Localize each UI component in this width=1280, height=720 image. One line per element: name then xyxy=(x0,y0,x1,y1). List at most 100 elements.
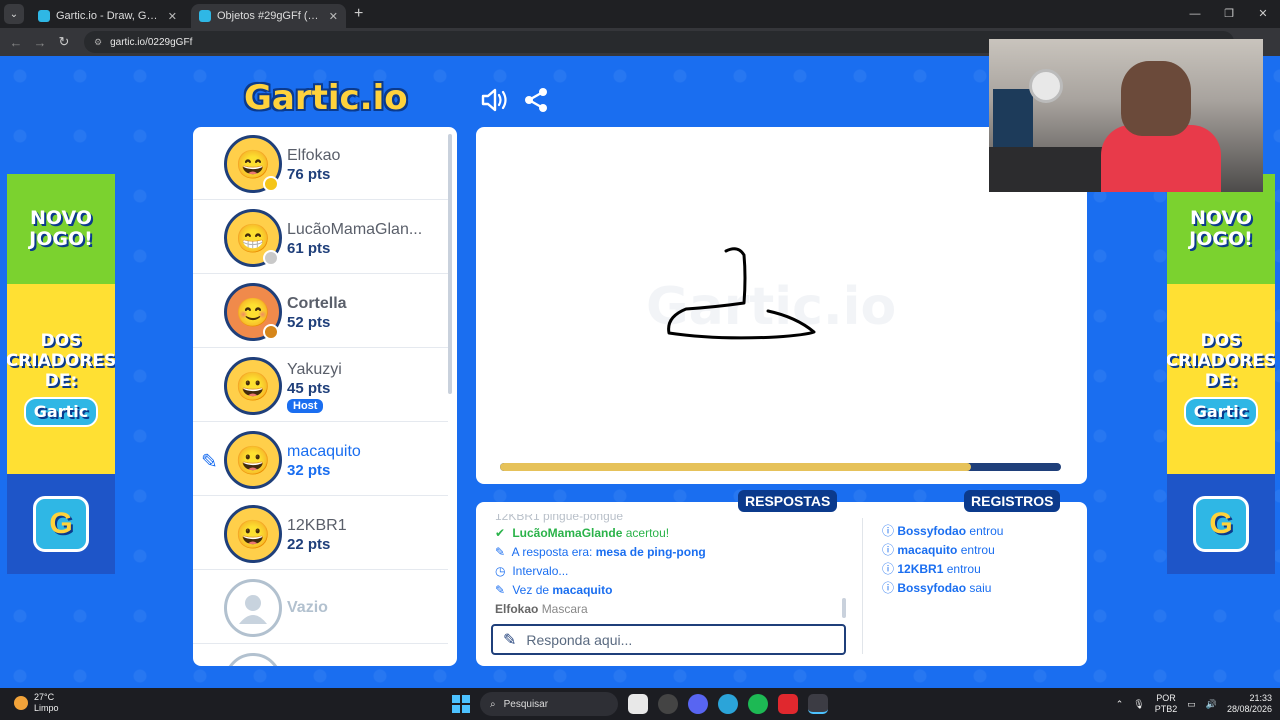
player-name: Elfokao xyxy=(287,147,341,164)
chrome-icon[interactable] xyxy=(808,694,828,714)
search-icon: ⌕ xyxy=(490,698,496,710)
player-name: Yakuzyi xyxy=(287,361,342,378)
ad-banner-left[interactable]: NOVO JOGO! DOS CRIADORES DE: Gartic G xyxy=(7,174,115,574)
info-icon: ⓘ xyxy=(882,581,895,595)
player-name: LucãoMamaGlan... xyxy=(287,221,423,238)
chat-scrollbar[interactable] xyxy=(842,598,846,618)
pencil-icon: ✎ xyxy=(495,583,506,597)
answers-log: 12KBR1 pingue-pongue ✔ LucãoMamaGlande a… xyxy=(495,514,835,622)
player-row[interactable]: 😀 12KBR1 22 pts xyxy=(193,497,448,570)
weather-temp: 27°C xyxy=(34,692,55,702)
record-text: entrou xyxy=(960,543,995,557)
app-red-icon[interactable] xyxy=(778,694,798,714)
weather-widget[interactable]: 27°C Limpo xyxy=(14,692,59,714)
chat-text: Mascara xyxy=(541,602,588,616)
taskbar-search[interactable]: ⌕ Pesquisar xyxy=(480,692,618,716)
player-points: 61 pts xyxy=(287,240,331,257)
player-row[interactable]: ✎ 😀 macaquito 32 pts xyxy=(193,423,448,496)
window-controls: — ❐ ✕ xyxy=(1178,0,1280,28)
discord-icon[interactable] xyxy=(688,694,708,714)
tab-title: Gartic.io - Draw, Guess, WIN xyxy=(56,10,162,22)
steam-icon[interactable] xyxy=(658,694,678,714)
player-row[interactable]: 😊 Cortella 52 pts xyxy=(193,275,448,348)
close-window-icon[interactable]: ✕ xyxy=(1246,0,1280,28)
banner-subtitle: DOS CRIADORES DE: xyxy=(1167,331,1275,391)
forward-icon[interactable]: → xyxy=(28,35,52,50)
lang-primary: POR xyxy=(1156,693,1176,703)
ad-banner-right[interactable]: NOVO JOGO! DOS CRIADORES DE: Gartic G xyxy=(1167,174,1275,574)
answer-placeholder: Responda aqui... xyxy=(526,631,633,648)
check-icon: ✔ xyxy=(495,526,506,540)
weather-desc: Limpo xyxy=(34,703,59,713)
gartic-logo[interactable]: Gartic.io xyxy=(244,78,408,118)
clock[interactable]: 21:33 28/08/2026 xyxy=(1227,693,1272,715)
player-name: Cortella xyxy=(287,295,347,312)
edge-icon[interactable] xyxy=(718,694,738,714)
microphone-icon[interactable]: 🎙 xyxy=(1133,699,1144,710)
language-indicator[interactable]: POR PTB2 xyxy=(1155,693,1178,715)
record-entry: ⓘ 12KBR1 entrou xyxy=(882,560,1003,579)
player-row[interactable]: 😀 Yakuzyi 45 pts Host xyxy=(193,349,448,422)
chat-user: LucãoMamaGlande xyxy=(512,526,623,540)
tab-game-room[interactable]: Objetos #29gGFf (Português) - ✕ xyxy=(191,4,346,28)
chat-text: A resposta era: xyxy=(511,545,593,559)
record-text: entrou xyxy=(969,524,1004,538)
player-list-scrollbar[interactable] xyxy=(448,134,452,394)
spotify-icon[interactable] xyxy=(748,694,768,714)
records-log: ⓘ Bossyfodao entrou ⓘ macaquito entrou ⓘ… xyxy=(882,522,1003,598)
back-icon[interactable]: ← xyxy=(4,35,28,50)
answer-input[interactable]: ✎ Responda aqui... xyxy=(491,624,846,655)
taskbar: 27°C Limpo ⌕ Pesquisar ⌃ 🎙 POR PTB2 ▭ 🔊 … xyxy=(0,688,1280,720)
volume-icon[interactable]: 🔊 xyxy=(1206,699,1217,710)
records-tab[interactable]: REGISTROS xyxy=(964,490,1061,512)
info-icon: ⓘ xyxy=(882,524,895,538)
banner-subtitle-block: DOS CRIADORES DE: Gartic xyxy=(7,284,115,474)
windows-start-icon[interactable] xyxy=(452,695,470,713)
network-icon[interactable]: ▭ xyxy=(1187,699,1196,710)
site-info-icon[interactable]: ⚙ xyxy=(94,37,102,48)
pencil-icon: ✎ xyxy=(503,631,517,649)
reload-icon[interactable]: ↻ xyxy=(52,34,76,50)
task-view-icon[interactable] xyxy=(628,694,648,714)
share-icon[interactable] xyxy=(522,86,550,114)
player-row[interactable]: 😁 LucãoMamaGlan... 61 pts xyxy=(193,201,448,274)
player-list: 😄 Elfokao 76 pts 😁 LucãoMamaGlan... 61 p… xyxy=(193,127,457,666)
record-entry: ⓘ Bossyfodao entrou xyxy=(882,522,1003,541)
minimize-icon[interactable]: — xyxy=(1178,0,1212,28)
chat-text: acertou! xyxy=(625,526,670,540)
record-text: saiu xyxy=(969,581,992,595)
record-user: macaquito xyxy=(897,543,958,557)
gartic-favicon-icon xyxy=(38,10,50,22)
avatar: 😀 xyxy=(224,431,282,489)
webcam-overlay xyxy=(989,39,1263,192)
chat-text: Intervalo... xyxy=(512,564,569,578)
clock-icon: ◷ xyxy=(495,564,506,578)
chat-message: ✎ Vez de macaquito xyxy=(495,581,835,600)
player-row[interactable]: 😄 Elfokao 76 pts xyxy=(193,127,448,200)
pencil-icon: ✎ xyxy=(495,545,506,559)
chat-message: 12KBR1 pingue-pongue xyxy=(495,514,624,523)
player-row-empty xyxy=(193,645,448,666)
new-tab-button[interactable]: + xyxy=(354,5,363,23)
restore-icon[interactable]: ❐ xyxy=(1212,0,1246,28)
chat-message: ◷ Intervalo... xyxy=(495,562,835,581)
chat-user: macaquito xyxy=(552,583,613,597)
speaker-icon[interactable] xyxy=(480,86,508,114)
chat-panel: RESPOSTAS REGISTROS 12KBR1 pingue-pongue… xyxy=(476,490,1087,666)
close-tab-icon[interactable]: ✕ xyxy=(168,10,177,23)
status-dot xyxy=(263,250,279,266)
tab-gartic-home[interactable]: Gartic.io - Draw, Guess, WIN ✕ xyxy=(30,4,185,28)
record-text: entrou xyxy=(946,562,981,576)
status-dot xyxy=(263,176,279,192)
player-points: 22 pts xyxy=(287,536,331,553)
player-points: 76 pts xyxy=(287,166,331,183)
player-points: 45 pts xyxy=(287,380,331,397)
tab-search-button[interactable]: ⌄ xyxy=(4,4,24,24)
round-timer-bar xyxy=(500,463,1061,471)
chat-message: Elfokao Mascara xyxy=(495,600,835,619)
answers-tab[interactable]: RESPOSTAS xyxy=(738,490,838,512)
close-tab-icon[interactable]: ✕ xyxy=(329,10,338,23)
system-tray: ⌃ 🎙 POR PTB2 ▭ 🔊 21:33 28/08/2026 xyxy=(1116,693,1272,715)
chevron-up-icon[interactable]: ⌃ xyxy=(1116,699,1124,710)
host-badge: Host xyxy=(287,399,324,413)
